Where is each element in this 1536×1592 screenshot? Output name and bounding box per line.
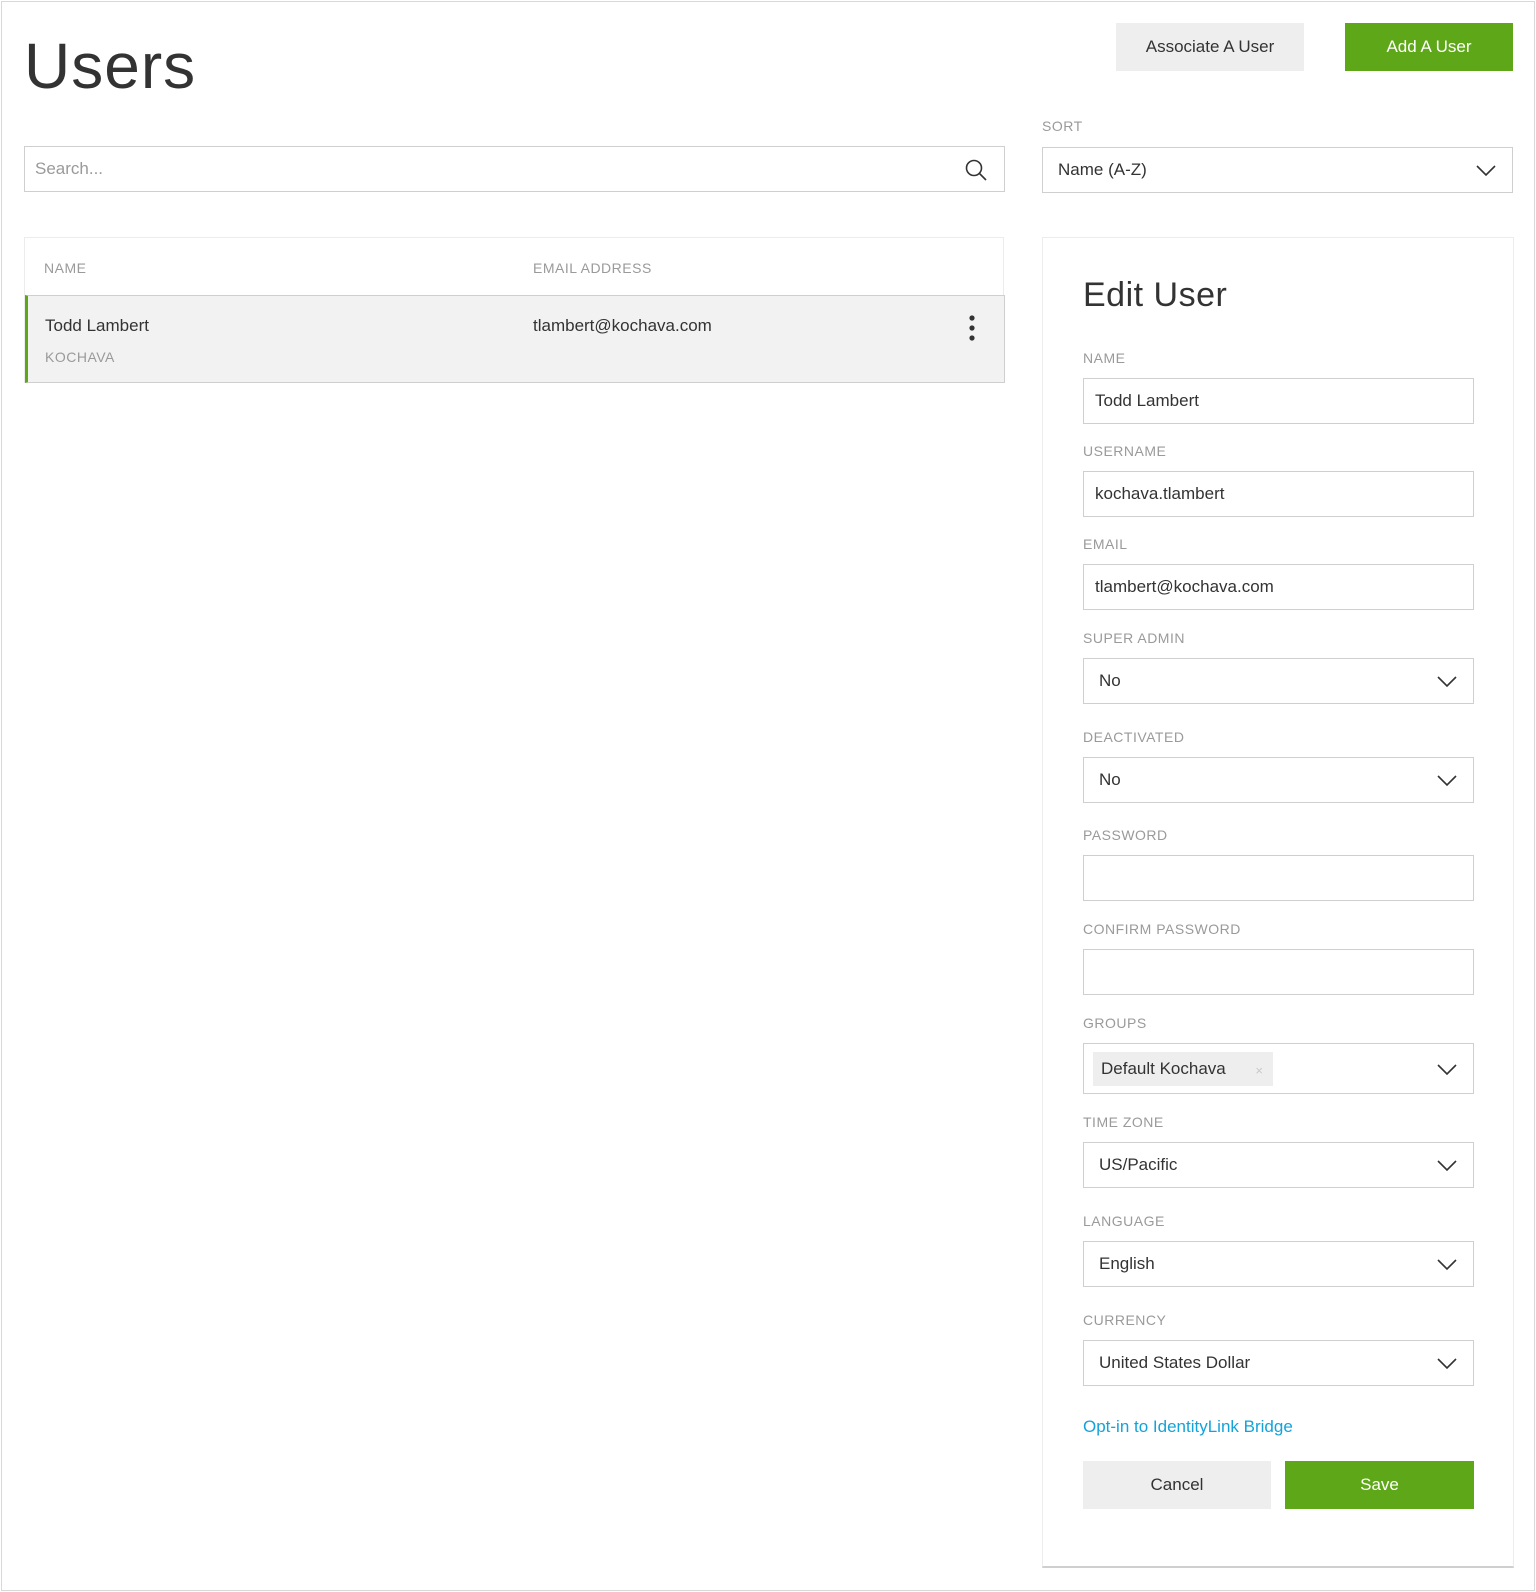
chevron-down-icon xyxy=(1437,1358,1457,1370)
users-table: NAME EMAIL ADDRESS Todd Lambert KOCHAVA … xyxy=(24,237,1005,383)
column-header-email: EMAIL ADDRESS xyxy=(533,260,652,276)
associate-user-button[interactable]: Associate A User xyxy=(1116,23,1304,71)
identitylink-optin-link[interactable]: Opt-in to IdentityLink Bridge xyxy=(1083,1417,1293,1437)
deactivated-value: No xyxy=(1099,770,1121,789)
deactivated-select[interactable]: No xyxy=(1083,757,1474,803)
remove-tag-icon[interactable]: × xyxy=(1255,1063,1263,1078)
group-tag: Default Kochava × xyxy=(1093,1052,1273,1086)
password-label: PASSWORD xyxy=(1083,827,1168,843)
confirm-password-field[interactable] xyxy=(1083,949,1474,995)
username-label: USERNAME xyxy=(1083,443,1167,459)
user-name: Todd Lambert xyxy=(45,316,149,335)
deactivated-label: DEACTIVATED xyxy=(1083,729,1185,745)
chevron-down-icon xyxy=(1476,165,1496,177)
user-email: tlambert@kochava.com xyxy=(533,316,712,335)
groups-select[interactable]: Default Kochava × xyxy=(1083,1043,1474,1094)
save-button[interactable]: Save xyxy=(1285,1461,1474,1509)
search-input[interactable] xyxy=(35,147,935,191)
edit-user-title: Edit User xyxy=(1083,276,1228,314)
currency-label: CURRENCY xyxy=(1083,1312,1167,1328)
language-value: English xyxy=(1099,1254,1155,1273)
chevron-down-icon xyxy=(1437,676,1457,688)
more-options-icon[interactable] xyxy=(966,314,978,342)
groups-label: GROUPS xyxy=(1083,1015,1147,1031)
chevron-down-icon xyxy=(1437,1259,1457,1271)
currency-value: United States Dollar xyxy=(1099,1353,1251,1372)
name-field[interactable] xyxy=(1083,378,1474,424)
page-title: Users xyxy=(24,30,197,102)
cancel-button[interactable]: Cancel xyxy=(1083,1461,1271,1509)
sort-select[interactable]: Name (A-Z) xyxy=(1042,147,1513,193)
language-label: LANGUAGE xyxy=(1083,1213,1165,1229)
super-admin-select[interactable]: No xyxy=(1083,658,1474,704)
currency-select[interactable]: United States Dollar xyxy=(1083,1340,1474,1386)
super-admin-value: No xyxy=(1099,671,1121,690)
sort-label: SORT xyxy=(1042,118,1083,134)
user-organization: KOCHAVA xyxy=(45,349,115,365)
search-box xyxy=(24,146,1005,192)
super-admin-label: SUPER ADMIN xyxy=(1083,630,1185,646)
time-zone-value: US/Pacific xyxy=(1099,1155,1178,1174)
sort-value: Name (A-Z) xyxy=(1058,160,1147,179)
column-header-name: NAME xyxy=(44,260,87,276)
name-label: NAME xyxy=(1083,350,1126,366)
search-icon[interactable] xyxy=(964,158,988,182)
add-user-button[interactable]: Add A User xyxy=(1345,23,1513,71)
email-field[interactable] xyxy=(1083,564,1474,610)
password-field[interactable] xyxy=(1083,855,1474,901)
table-row[interactable]: Todd Lambert KOCHAVA tlambert@kochava.co… xyxy=(25,295,1005,383)
chevron-down-icon xyxy=(1437,1160,1457,1172)
chevron-down-icon xyxy=(1437,775,1457,787)
time-zone-label: TIME ZONE xyxy=(1083,1114,1164,1130)
group-tag-label: Default Kochava xyxy=(1101,1059,1226,1078)
chevron-down-icon xyxy=(1437,1063,1457,1075)
confirm-password-label: CONFIRM PASSWORD xyxy=(1083,921,1241,937)
language-select[interactable]: English xyxy=(1083,1241,1474,1287)
email-label: EMAIL xyxy=(1083,536,1128,552)
time-zone-select[interactable]: US/Pacific xyxy=(1083,1142,1474,1188)
edit-user-panel: Edit User NAME USERNAME EMAIL SUPER ADMI… xyxy=(1042,237,1514,1568)
username-field[interactable] xyxy=(1083,471,1474,517)
